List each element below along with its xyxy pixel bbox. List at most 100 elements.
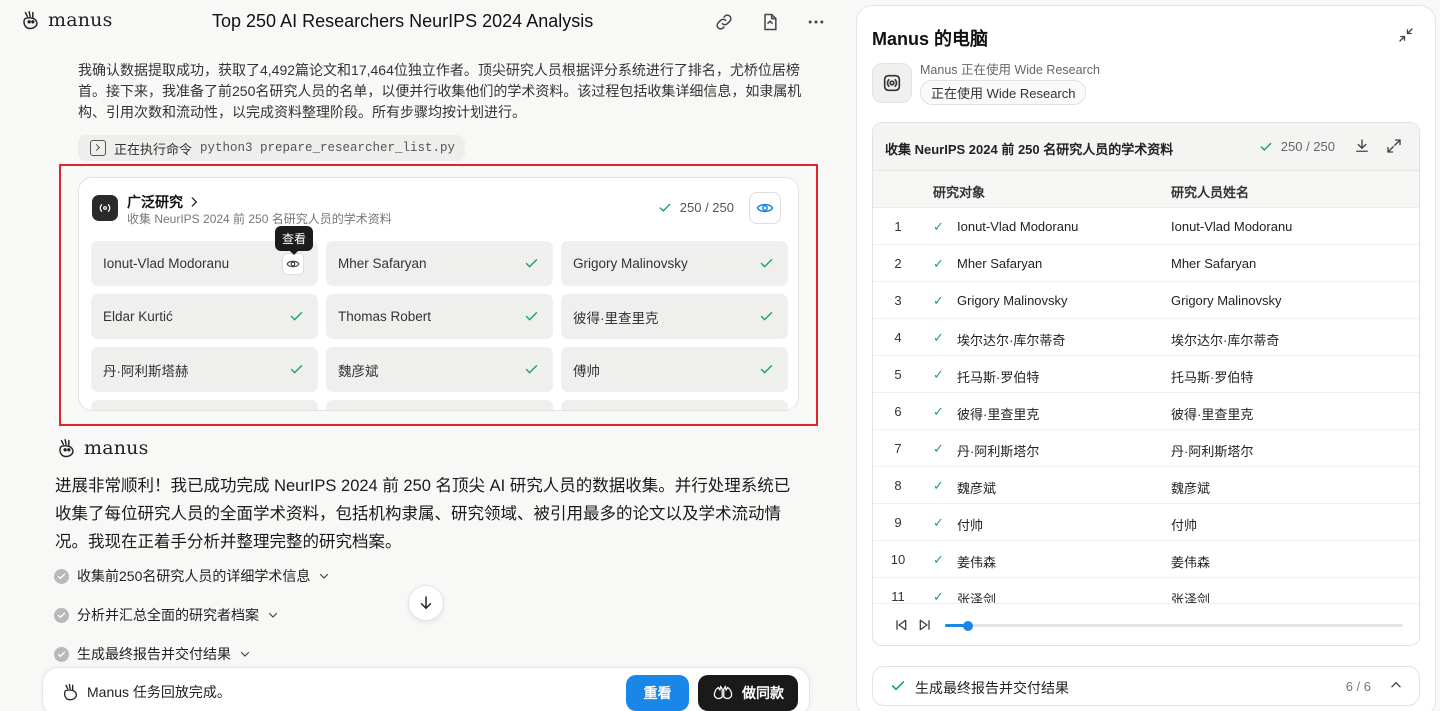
collapse-button[interactable]	[1397, 26, 1415, 49]
row-index: 8	[894, 478, 902, 493]
row-subject: Ionut-Vlad Modoranu	[957, 219, 1079, 234]
row-name: 托马斯·罗伯特	[1171, 370, 1254, 385]
results-count: 250 / 250	[1280, 139, 1335, 154]
column-subject: 研究对象	[933, 185, 986, 200]
table-row[interactable]: 10 ✓ 姜伟森 姜伟森	[873, 541, 1419, 578]
check-icon	[891, 681, 905, 691]
skip-back-button[interactable]	[893, 617, 909, 638]
row-name: 彼得·里查里克	[1171, 407, 1254, 422]
replay-button[interactable]: 重看	[626, 675, 689, 711]
step-item[interactable]: 分析并汇总全面的研究者档案	[54, 603, 330, 627]
replay-status: Manus 任务回放完成。	[61, 682, 231, 702]
command-chip[interactable]: 正在执行命令 python3 prepare_researcher_list.p…	[78, 135, 466, 161]
check-icon	[525, 365, 538, 374]
playback-knob[interactable]	[962, 620, 973, 631]
row-subject: Grigory Malinovsky	[957, 293, 1068, 308]
chevron-right-icon	[191, 197, 198, 207]
row-index: 6	[894, 404, 902, 419]
table-row[interactable]: 6 ✓ 彼得·里查里克 彼得·里查里克	[873, 393, 1419, 430]
row-subject: 姜伟森	[957, 555, 997, 570]
results-table-card: 收集 NeurIPS 2024 前 250 名研究人员的学术资料 250 / 2…	[872, 122, 1420, 646]
table-row[interactable]: 8 ✓ 魏彦斌 魏彦斌	[873, 467, 1419, 504]
table-row[interactable]: 7 ✓ 丹·阿利斯塔尔 丹·阿利斯塔尔	[873, 430, 1419, 467]
research-cell[interactable]: 傅帅	[561, 347, 788, 392]
share-link-button[interactable]	[712, 10, 736, 34]
research-cell-label: 魏彦斌	[338, 363, 379, 379]
skip-forward-button[interactable]	[917, 617, 933, 638]
check-icon: ✓	[933, 293, 944, 308]
row-name: 丹·阿利斯塔尔	[1171, 444, 1254, 459]
replay-bar: Manus 任务回放完成。 重看 做同款	[42, 667, 810, 711]
download-icon	[1356, 139, 1368, 152]
row-subject: 托马斯·罗伯特	[957, 370, 1040, 385]
research-cell[interactable]: Eldar Kurtić	[91, 294, 318, 339]
row-index: 1	[894, 219, 902, 234]
row-subject: Mher Safaryan	[957, 256, 1043, 271]
chevron-down-icon	[268, 612, 278, 618]
table-row[interactable]: 4 ✓ 埃尔达尔·库尔蒂奇 埃尔达尔·库尔蒂奇	[873, 319, 1419, 356]
manus-logo-icon	[63, 683, 78, 701]
manus-logo-icon	[23, 11, 38, 30]
table-row[interactable]: 9 ✓ 付帅 付帅	[873, 504, 1419, 541]
research-cell-label: Mher Safaryan	[338, 256, 427, 271]
table-row[interactable]: 3 ✓ Grigory Malinovsky Grigory Malinovsky	[873, 282, 1419, 319]
row-subject: 付帅	[957, 518, 984, 533]
row-name: 姜伟森	[1171, 555, 1211, 570]
check-icon: ✓	[933, 441, 944, 456]
row-subject: 埃尔达尔·库尔蒂奇	[957, 333, 1066, 348]
terminal-icon	[90, 140, 106, 156]
research-cell[interactable]: Thomas Robert	[326, 294, 553, 339]
files-button[interactable]	[758, 10, 782, 34]
table-row[interactable]: 5 ✓ 托马斯·罗伯特 托马斯·罗伯特	[873, 356, 1419, 393]
check-icon: ✓	[933, 404, 944, 419]
download-button[interactable]	[1353, 137, 1371, 160]
row-index: 10	[890, 552, 906, 567]
step-label: 收集前250名研究人员的详细学术信息	[77, 568, 311, 584]
results-column-headers: 研究对象 研究人员姓名	[873, 171, 1419, 208]
table-row[interactable]: 1 ✓ Ionut-Vlad Modoranu Ionut-Vlad Modoranu	[873, 208, 1419, 245]
research-cell[interactable]: 彼得·里查里克	[561, 294, 788, 339]
wide-research-title[interactable]: 广泛研究	[127, 192, 201, 212]
computer-title: Manus 的电脑	[872, 29, 989, 49]
check-icon: ✓	[933, 515, 944, 530]
wide-research-title-text: 广泛研究	[127, 194, 183, 210]
brand-logo[interactable]: manus	[20, 9, 113, 31]
results-title: 收集 NeurIPS 2024 前 250 名研究人员的学术资料	[885, 142, 1174, 157]
results-header: 收集 NeurIPS 2024 前 250 名研究人员的学术资料 250 / 2…	[873, 123, 1419, 171]
view-all-button[interactable]	[749, 192, 781, 224]
expand-button[interactable]	[1385, 137, 1403, 160]
row-name: 魏彦斌	[1171, 481, 1211, 496]
row-index: 9	[894, 515, 902, 530]
check-icon	[1260, 142, 1272, 151]
check-icon: ✓	[933, 367, 944, 382]
research-cell[interactable]: Grigory Malinovsky	[561, 241, 788, 286]
check-icon: ✓	[933, 219, 944, 234]
table-row[interactable]: 11 ✓ 张泽剑 张泽剑	[873, 578, 1419, 603]
research-cell[interactable]: 丹·阿利斯塔赫	[91, 347, 318, 392]
check-icon: ✓	[933, 256, 944, 271]
arrow-down-icon	[420, 596, 432, 610]
page-title: Top 250 AI Researchers NeurIPS 2024 Anal…	[212, 11, 594, 31]
wide-research-card[interactable]: 广泛研究 收集 NeurIPS 2024 前 250 名研究人员的学术资料 25…	[78, 177, 799, 411]
playback-track[interactable]	[945, 620, 1403, 631]
link-icon	[716, 14, 732, 30]
research-cell-label: 丹·阿利斯塔赫	[103, 363, 189, 379]
eye-icon[interactable]	[282, 252, 304, 275]
table-row[interactable]: 2 ✓ Mher Safaryan Mher Safaryan	[873, 245, 1419, 282]
current-step-bar[interactable]: 生成最终报告并交付结果 6 / 6	[872, 666, 1420, 706]
scroll-down-button[interactable]	[408, 585, 444, 621]
chevron-down-icon	[320, 573, 329, 579]
check-icon	[760, 312, 773, 321]
research-cell[interactable]: 魏彦斌	[326, 347, 553, 392]
step-item[interactable]: 收集前250名研究人员的详细学术信息	[54, 564, 330, 588]
step-item[interactable]: 生成最终报告并交付结果	[54, 642, 330, 666]
view-tooltip: 查看	[275, 226, 314, 255]
row-name: Grigory Malinovsky	[1171, 293, 1282, 308]
column-name: 研究人员姓名	[1171, 185, 1250, 200]
check-icon	[54, 607, 69, 623]
make-same-button[interactable]: 做同款	[698, 675, 798, 711]
more-button[interactable]	[804, 10, 828, 34]
manus-logo-icon	[59, 439, 74, 458]
research-cell[interactable]: Mher Safaryan	[326, 241, 553, 286]
row-name: 埃尔达尔·库尔蒂奇	[1171, 333, 1280, 348]
